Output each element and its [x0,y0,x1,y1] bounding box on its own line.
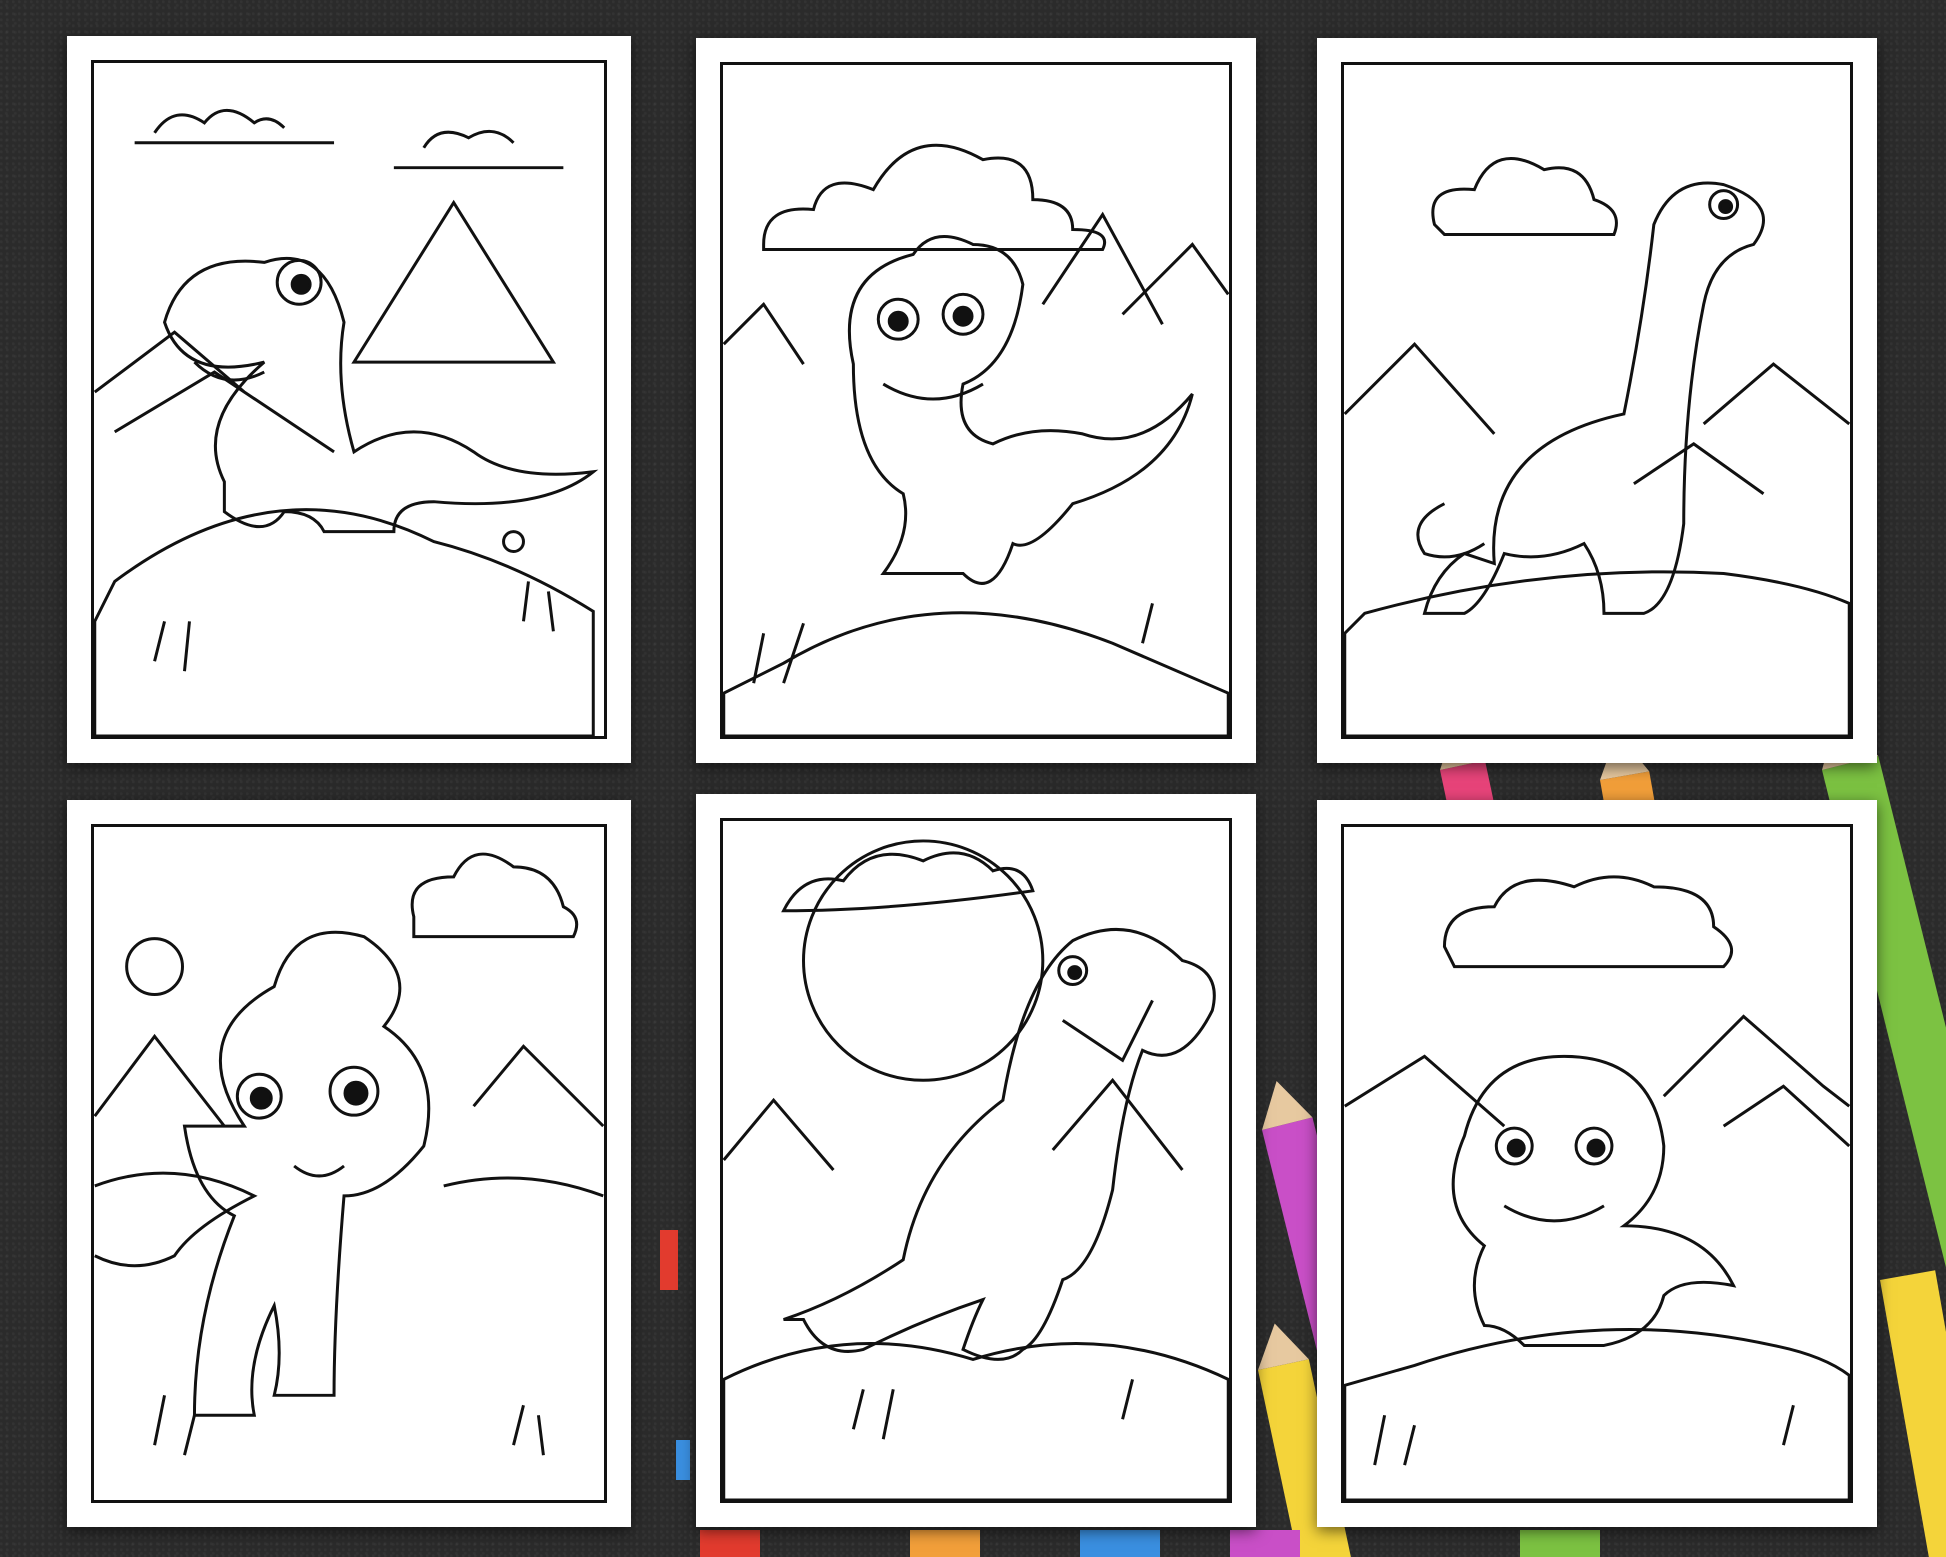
coloring-page-3 [1317,38,1877,763]
dinosaur-icon [94,852,604,1456]
dinosaur-icon [1344,157,1850,736]
dinosaur-icon [723,143,1229,736]
coloring-page-6 [1317,800,1877,1527]
dinosaur-icon [723,839,1229,1500]
coloring-page-2 [696,38,1256,763]
coloring-page-5 [696,794,1256,1527]
coloring-page-1 [67,36,631,763]
coloring-page-4 [67,800,631,1527]
dinosaur-icon [94,108,599,736]
dinosaur-icon [1344,875,1850,1500]
